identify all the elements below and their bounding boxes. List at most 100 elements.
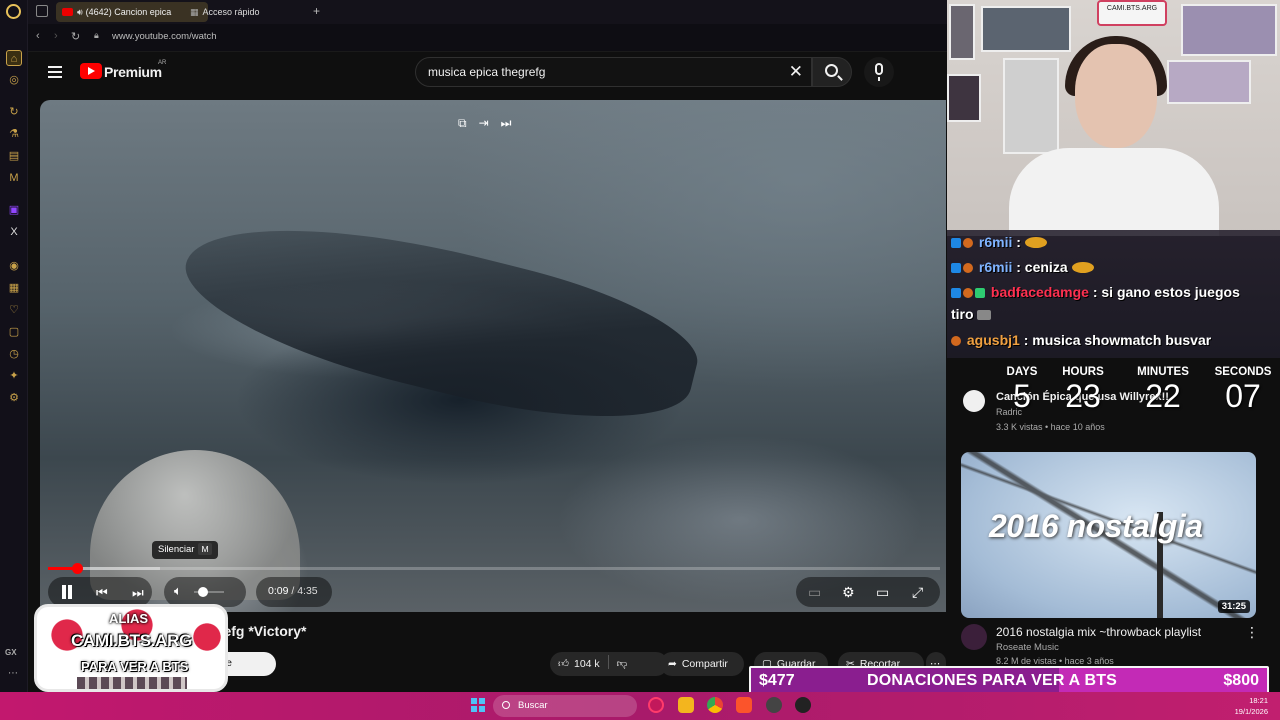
donation-current: $477 — [759, 672, 795, 689]
search-button[interactable] — [812, 57, 852, 87]
speed-dial-icon[interactable]: ↻ — [6, 104, 22, 120]
chrome-icon[interactable] — [707, 697, 723, 713]
youtube-logo-icon[interactable] — [80, 63, 102, 79]
alias-purpose: PARA VER A BTS — [81, 659, 189, 674]
tab-quick-access[interactable]: ▦ Acceso rápido — [184, 2, 294, 22]
thumbs-down-icon[interactable]: 👎︎ — [617, 658, 628, 670]
theater-mode-icon[interactable]: ▭ — [876, 584, 889, 601]
gamepad-icon[interactable]: ◎ — [6, 72, 22, 88]
extensions-icon[interactable]: ▦ — [6, 280, 22, 296]
like-button[interactable]: 👍︎ 104 k 👎︎ — [550, 652, 668, 676]
forward-icon[interactable]: › — [54, 30, 58, 42]
twitch-icon[interactable]: ▣ — [6, 202, 22, 218]
taskbar-search-label: Buscar — [518, 700, 548, 711]
file-explorer-icon[interactable] — [678, 697, 694, 713]
more-icon[interactable]: ⋯ — [8, 668, 18, 679]
recommended-channel[interactable]: Roseate Music — [996, 642, 1059, 653]
flask-icon[interactable]: ⚗ — [6, 126, 22, 142]
thumbnail-text: 2016 nostalgia — [989, 508, 1203, 544]
progress-scrubber[interactable] — [72, 563, 84, 574]
subtitles-icon[interactable]: ▭ — [808, 584, 821, 601]
playback-controls: ⏮︎ ⏭︎ — [48, 577, 152, 607]
player-icon[interactable]: ◉ — [6, 258, 22, 274]
windows-start-icon[interactable] — [471, 698, 485, 712]
taskbar-search[interactable]: Buscar — [493, 695, 637, 717]
chat-text: : si gano estos juegos — [1092, 284, 1240, 300]
gx-label[interactable]: GX — [5, 648, 17, 657]
bag-icon[interactable]: ▢ — [6, 324, 22, 340]
voice-search-button[interactable] — [864, 57, 894, 87]
reload-icon[interactable]: ↻ — [71, 30, 80, 43]
workspaces-icon[interactable] — [36, 5, 48, 17]
search-input[interactable]: musica epica thegrefg — [428, 65, 545, 79]
poster — [947, 74, 981, 122]
speaker-icon[interactable]: 🔊︎ — [77, 7, 83, 17]
webcam-feed: CAMI.BTS.ARG — [947, 0, 1280, 236]
poster — [981, 6, 1071, 52]
settings-icon[interactable]: ⚙ — [842, 584, 855, 601]
chat-message: agusbj1 : musica showmatch busvar — [951, 332, 1211, 348]
share-icon: ➦ — [668, 658, 677, 670]
video-player[interactable]: ⧉ ⇥ ⏭︎ Silenciar M ⏮︎ ⏭︎ 🔈︎ 0:09 / 4:35 ▭ ⚙… — [40, 100, 946, 612]
home-icon[interactable]: ⌂ — [6, 50, 22, 66]
tooltip-text: Silenciar — [158, 544, 195, 555]
countdown-value: 07 — [1225, 378, 1261, 414]
new-tab-button[interactable]: + — [313, 4, 320, 18]
share-button[interactable]: ➦ Compartir — [660, 652, 744, 676]
system-clock[interactable]: 18:21 19/1/2026 — [1226, 695, 1268, 717]
x-twitter-icon[interactable]: X — [6, 224, 22, 240]
recommended-meta: 8.2 M de vistas • hace 3 años — [996, 656, 1114, 666]
chat-text: : musica showmatch busvar — [1023, 332, 1212, 348]
fullscreen-icon[interactable]: ⤢ — [912, 584, 923, 601]
steam-icon[interactable] — [795, 697, 811, 713]
skip-icon[interactable]: ⏭︎ — [501, 116, 512, 131]
volume-knob[interactable] — [198, 587, 208, 597]
countdown-label: MINUTES — [1137, 366, 1189, 378]
right-column: CAMI.BTS.ARG r6mii : r6mii : ceniza badf… — [947, 0, 1280, 692]
search-box[interactable]: musica epica thegrefg ✕ — [415, 57, 812, 87]
previous-icon[interactable]: ⏮︎ — [96, 585, 108, 601]
chat-overlay: r6mii : r6mii : ceniza badfacedamge : si… — [947, 230, 1280, 358]
popout-icon[interactable]: ⧉ — [458, 116, 467, 131]
hamburger-menu-icon[interactable] — [48, 66, 62, 78]
alias-label: ALIAS — [109, 611, 148, 626]
opera-gx-app-icon[interactable] — [648, 697, 664, 713]
video-title: refg *Victory* — [218, 623, 307, 639]
news-icon[interactable]: ▤ — [6, 148, 22, 164]
time-separator: / — [288, 585, 298, 597]
player-top-controls: ⧉ ⇥ ⏭︎ — [458, 114, 523, 132]
settings-gear-icon[interactable]: ⚙ — [6, 390, 22, 406]
kebab-menu-icon[interactable]: ⋮ — [1245, 624, 1259, 641]
m-app-icon[interactable]: M — [6, 170, 22, 186]
duration: 4:35 — [297, 585, 318, 597]
recommended-title[interactable]: 2016 nostalgia mix ~throwback playlist — [996, 625, 1201, 639]
poster — [1167, 60, 1251, 104]
volume-control: 🔈︎ — [164, 577, 246, 607]
chat-text: : ceniza — [1016, 259, 1068, 275]
pause-icon[interactable] — [60, 585, 74, 599]
mute-tooltip: Silenciar M — [152, 541, 218, 559]
chat-username: badfacedamge — [990, 284, 1089, 300]
clear-search-icon[interactable]: ✕ — [789, 62, 803, 82]
url-field[interactable]: www.youtube.com/watch — [112, 31, 217, 42]
next-icon[interactable]: ⏭︎ — [132, 585, 144, 601]
channel-avatar[interactable] — [961, 624, 987, 650]
heart-icon[interactable]: ♡ — [6, 302, 22, 318]
tab-label: Acceso rápido — [202, 7, 260, 17]
windows-taskbar: Buscar 18:21 19/1/2026 — [0, 692, 1280, 720]
puzzle-icon[interactable]: ✦ — [6, 368, 22, 384]
opera-logo-icon[interactable] — [6, 4, 21, 19]
cast-icon[interactable]: ⇥ — [479, 116, 489, 130]
region-code: AR — [158, 60, 167, 66]
back-icon[interactable]: ‹ — [36, 30, 40, 42]
history-icon[interactable]: ◷ — [6, 346, 22, 362]
app-icon[interactable] — [766, 697, 782, 713]
progress-bar[interactable] — [48, 563, 940, 574]
volume-icon[interactable]: 🔈︎ — [174, 583, 182, 599]
poster — [1003, 58, 1059, 154]
alias-overlay: ALIAS CAMI.BTS.ARG PARA VER A BTS — [34, 604, 228, 692]
youtube-premium-logo[interactable]: Premium — [104, 64, 162, 80]
brave-icon[interactable] — [736, 697, 752, 713]
channel-avatar[interactable] — [963, 390, 985, 412]
recommended-thumbnail[interactable]: 2016 nostalgia 31:25 — [961, 452, 1256, 618]
